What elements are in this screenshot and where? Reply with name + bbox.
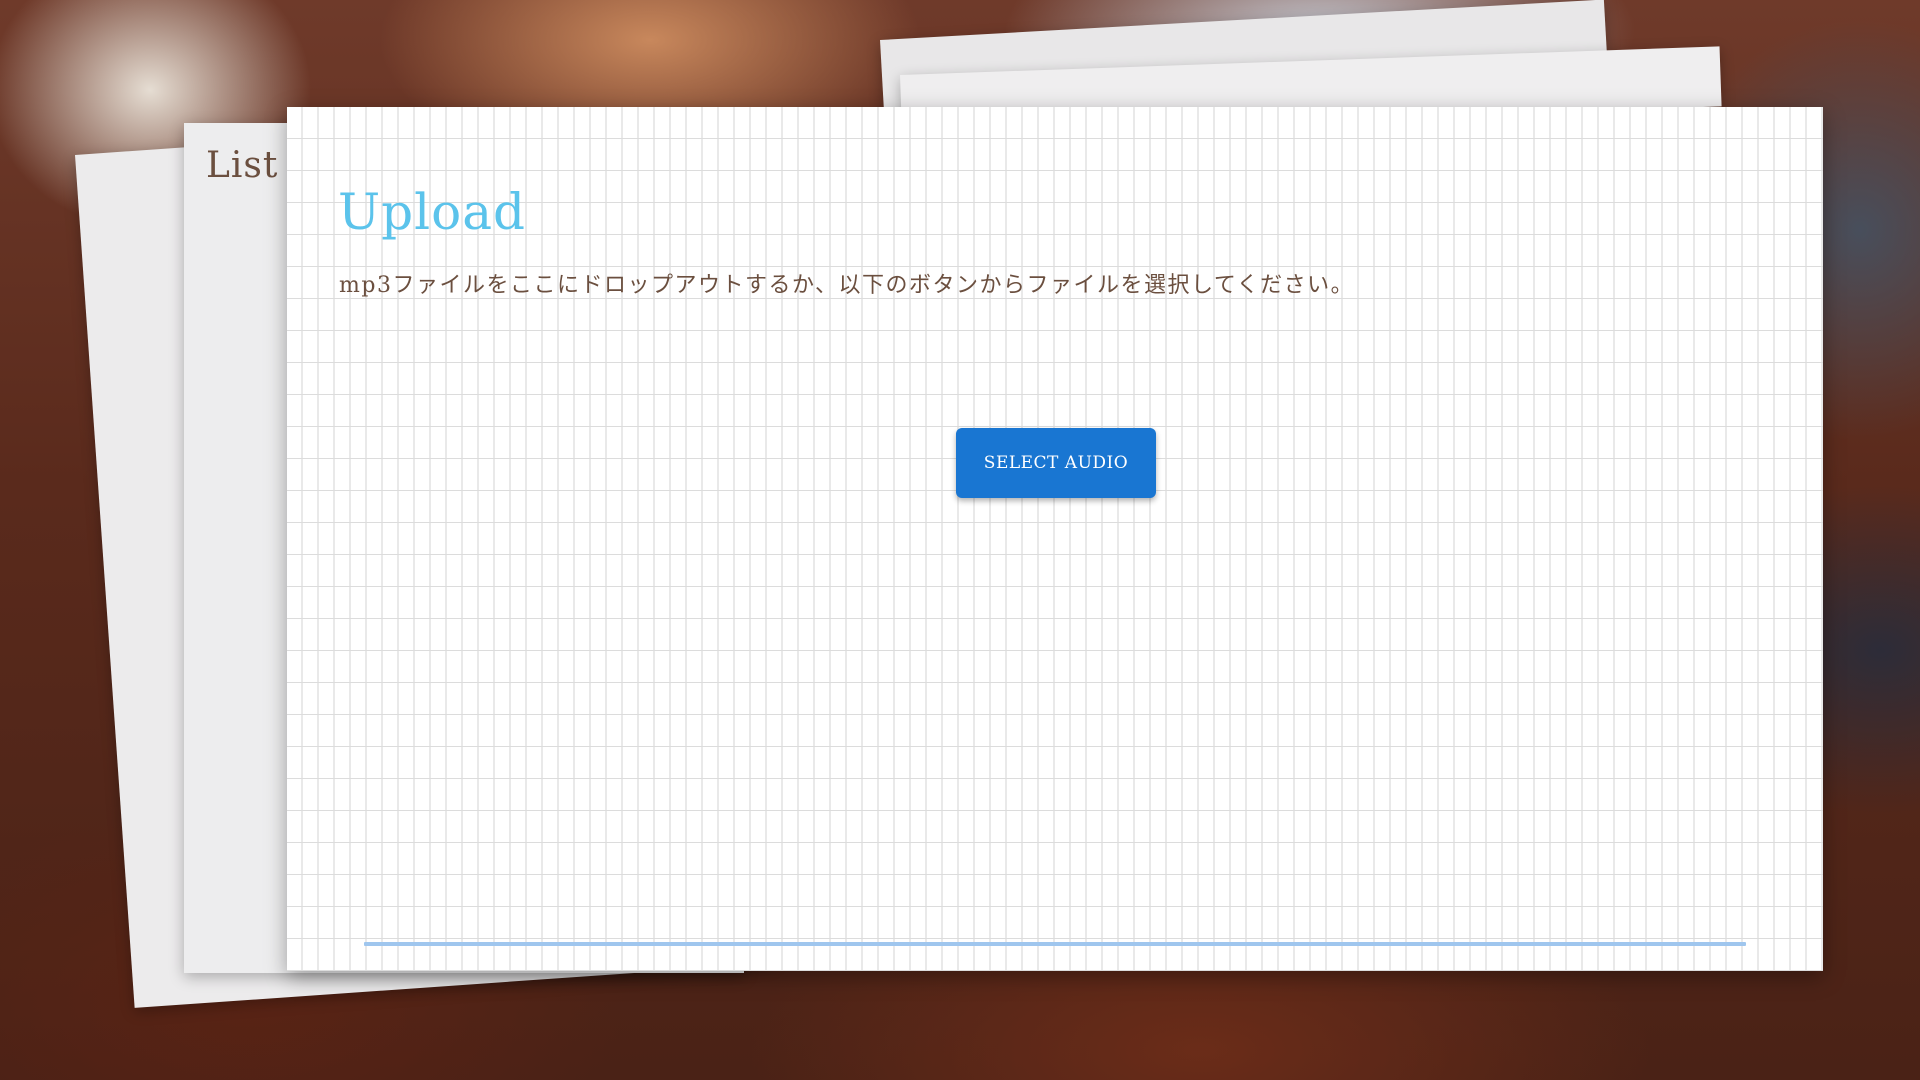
upload-instruction: mp3ファイルをここにドロップアウトするか、以下のボタンからファイルを選択してく… bbox=[339, 273, 1355, 298]
list-sheet-title[interactable]: List bbox=[206, 145, 278, 186]
select-audio-button[interactable]: SELECT AUDIO bbox=[956, 428, 1156, 498]
upload-progress-track bbox=[364, 942, 1746, 946]
upload-card[interactable]: Upload mp3ファイルをここにドロップアウトするか、以下のボタンからファイ… bbox=[287, 107, 1823, 971]
upload-title: Upload bbox=[338, 183, 527, 241]
